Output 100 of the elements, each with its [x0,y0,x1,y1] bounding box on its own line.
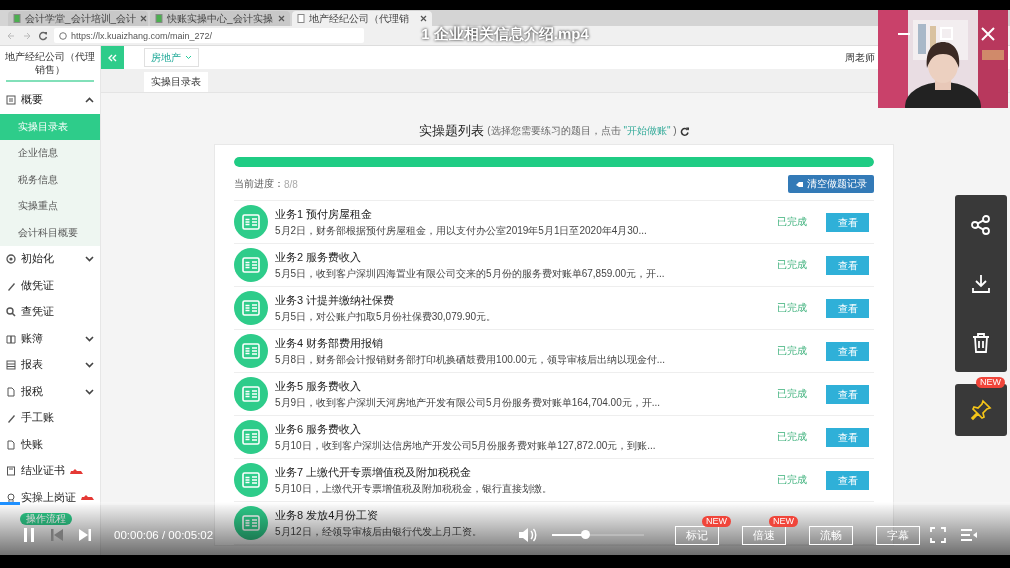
status-text: 已完成 [777,473,807,487]
task-description: 5月10日，收到客户深圳达信房地产开发公司5月份服务费对账单127,872.00元，到账... [275,438,656,453]
task-title: 业务3 计提并缴纳社保费 [275,292,395,308]
table-icon [6,360,16,371]
sidebar-item[interactable]: 查凭证 [0,299,100,326]
task-description: 5月12日，经领导审核后由银行代发上月工资。 [275,524,482,539]
task-description: 5月8日，财务部会计报销财务部打印机换硒鼓费用100.00元，领导审核后出纳以现金付... [275,352,666,367]
chevron-down-icon [185,55,192,60]
browser-tab[interactable]: 会计学堂_会计培训_会计 [8,11,148,26]
page-icon [13,14,21,23]
volume-thumb[interactable] [581,530,591,539]
status-text: 已完成 [777,258,807,272]
sidebar-subitem[interactable]: 税务信息 [0,166,100,193]
receipt-icon [234,420,268,454]
task-description: 5月9日，收到客户深圳天河房地产开发有限公司5月份服务费对账单164,704.00元，开... [275,395,661,410]
download-icon[interactable] [970,272,992,295]
sidebar-subitem[interactable]: 实操重点 [0,193,100,220]
browser-tab[interactable]: 地产经纪公司（代理销 [292,11,432,26]
receipt-icon [234,506,268,540]
sidebar-item[interactable]: 做凭证 [0,272,100,299]
sidebar-subitem[interactable]: 会计科目概要 [0,219,100,246]
file-icon [6,439,16,450]
receipt-icon [234,377,268,411]
sidebar-item[interactable]: 概要 [0,87,100,114]
refresh-icon[interactable] [679,126,689,136]
pin-button[interactable] [955,384,1007,436]
status-text: 已完成 [777,387,807,401]
chevron-down-icon [85,362,94,369]
playback-time: 00:00:06 / 00:05:02 [114,529,214,541]
task-title: 业务5 服务费收入 [275,378,362,394]
page-icon [297,14,305,23]
chevron-down-icon [85,388,94,395]
pause-icon[interactable] [22,527,36,543]
sidebar-item[interactable]: 报表 [0,352,100,379]
document-icon [6,466,16,477]
task-title: 业务1 预付房屋租金 [275,206,373,222]
sidebar-item[interactable]: 报税 [0,378,100,405]
status-text: 已完成 [777,430,807,444]
pen-icon [6,280,16,291]
page-tab[interactable]: 实操目录表 [144,72,208,92]
new-badge: NEW [976,377,1005,388]
fullscreen-icon[interactable] [930,527,946,543]
task-title: 业务6 服务费收入 [275,421,362,437]
pin-icon [970,399,992,421]
file-icon [6,386,16,397]
task-description: 5月5日，收到客户深圳四海置业有限公司交来的5月份的服务费对账单67,859.00元，开... [275,266,665,281]
hint-text: (选择您需要练习的题目，点击 "开始做账" ) [487,124,677,138]
forward-icon[interactable] [22,30,32,41]
reload-icon[interactable] [38,30,48,41]
info-icon [59,31,67,40]
task-title: 业务4 财务部费用报销 [275,335,384,351]
receipt-icon [234,248,268,282]
receipt-icon [234,291,268,325]
company-name: 地产经纪公司（代理销售） [4,50,96,77]
sidebar-item[interactable]: 手工账 [0,405,100,432]
new-badge: NEW [702,515,731,527]
browser-tab[interactable]: 快账实操中心_会计实操 [150,11,290,26]
chevron-down-icon [85,256,94,263]
eraser-icon [795,180,804,188]
share-icon[interactable] [970,213,992,236]
page-icon [155,14,163,23]
close-icon[interactable] [420,15,427,22]
delete-icon[interactable] [970,331,992,354]
chevron-down-icon [85,335,94,342]
chevron-up-icon [85,97,94,104]
search-icon [6,307,16,318]
list-title: 实操题列表 [419,122,485,140]
close-icon[interactable] [278,15,285,22]
task-description: 5月10日，上缴代开专票增值税及附加税税金，银行直接划缴。 [275,481,552,496]
clear-records-button[interactable]: 清空做题记录 [788,175,874,193]
status-text: 已完成 [777,301,807,315]
close-icon[interactable] [140,15,148,22]
double-chevron-icon [108,53,117,62]
new-badge: NEW [769,515,798,527]
sidebar-item[interactable]: 账簿 [0,325,100,352]
sidebar-item[interactable]: 结业证书 [0,458,100,485]
status-text: 已完成 [777,344,807,358]
task-title: 业务2 服务费收入 [275,249,362,265]
sidebar-item[interactable]: 快账 [0,431,100,458]
video-progress-bar[interactable] [0,502,21,505]
back-icon[interactable] [6,30,16,41]
task-description: 5月5日，对公账户扣取5月份社保费30,079.90元。 [275,309,497,324]
sidebar-subitem[interactable]: 企业信息 [0,140,100,167]
pen-icon [6,413,16,424]
progress-value: 8/8 [284,178,298,190]
sidebar-item[interactable]: 实操上岗证 [0,484,100,511]
sidebar-item[interactable]: 初始化 [0,246,100,273]
address-field[interactable]: https://lx.kuaizhang.com/main_272/ [54,28,364,43]
receipt-icon [234,205,268,239]
badge-icon [6,492,16,503]
book-icon [6,333,16,344]
gear-icon [6,254,16,265]
list-icon [6,95,16,106]
task-title: 业务8 发放4月份工资 [275,507,379,523]
previous-icon[interactable] [50,528,64,542]
user-name: 周老师 [845,50,875,65]
next-icon[interactable] [78,528,92,542]
playlist-icon[interactable] [960,528,978,542]
volume-icon[interactable] [518,527,538,543]
collapse-button[interactable] [101,46,124,69]
